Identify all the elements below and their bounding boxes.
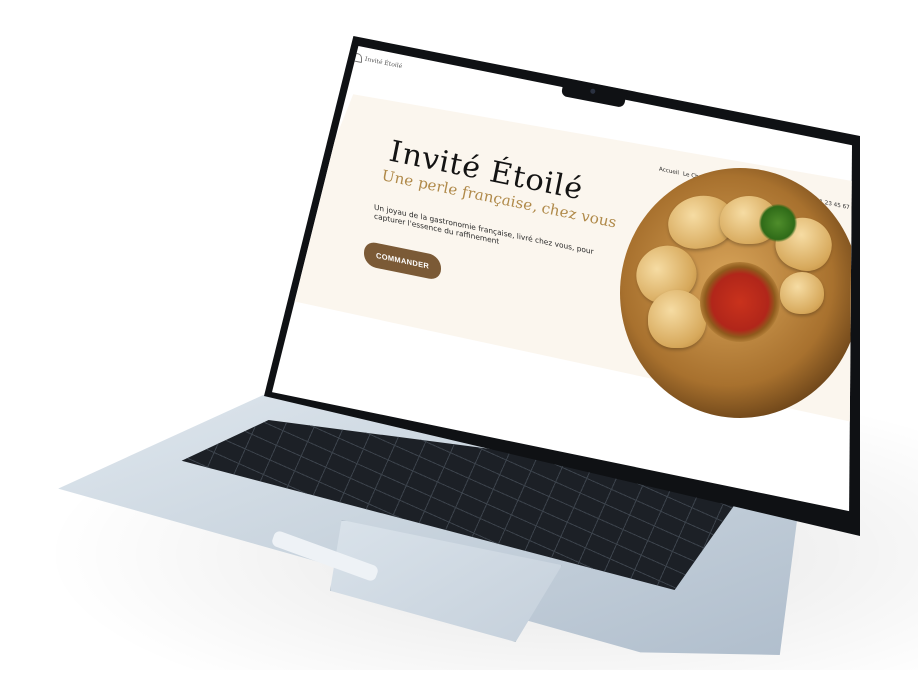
camera-icon <box>589 88 596 95</box>
